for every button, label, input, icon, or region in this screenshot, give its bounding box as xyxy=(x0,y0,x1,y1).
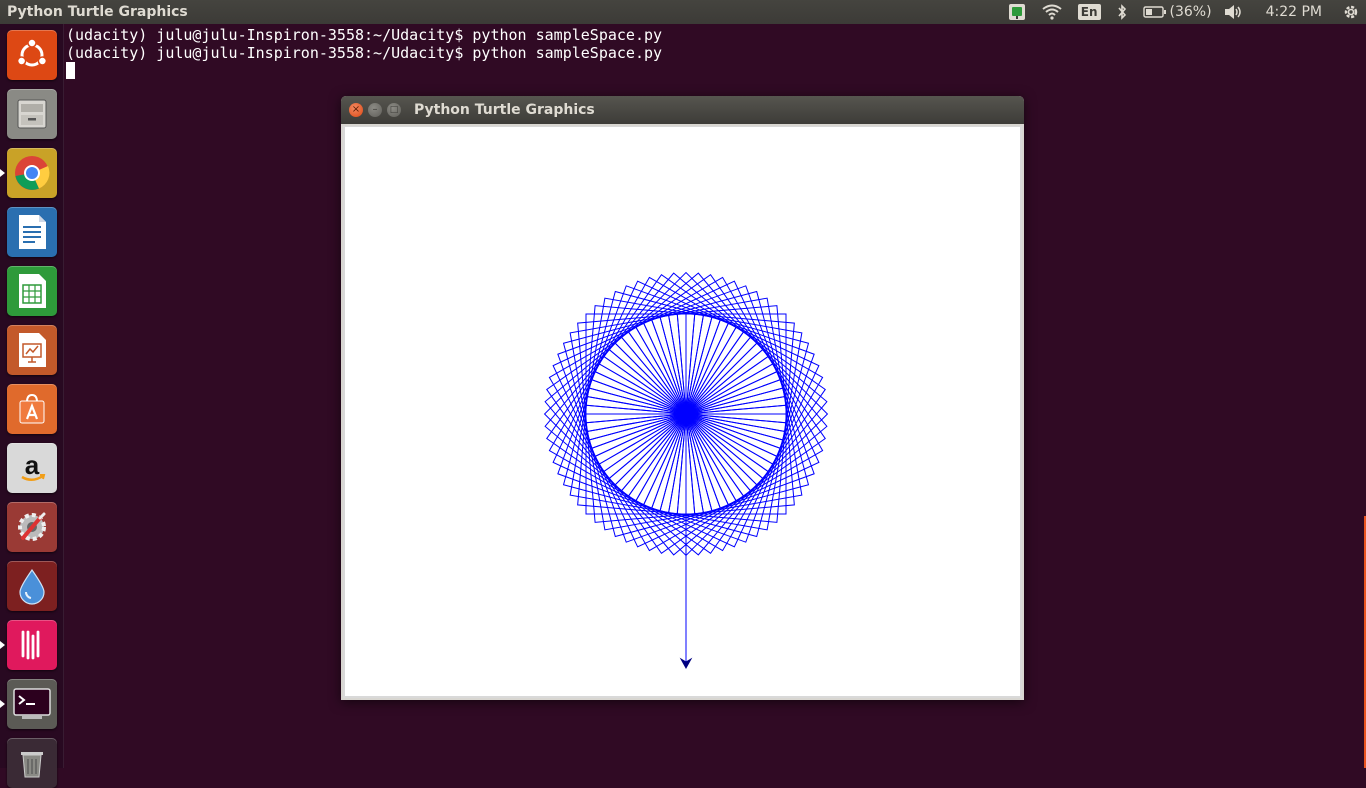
file-cabinet-icon xyxy=(14,96,50,132)
wifi-icon[interactable] xyxy=(1042,0,1062,24)
close-button[interactable]: × xyxy=(349,103,363,117)
launcher-item-impress[interactable] xyxy=(7,325,57,375)
minimize-button[interactable]: – xyxy=(368,103,382,117)
launcher-item-trash[interactable] xyxy=(7,738,57,788)
running-indicator xyxy=(0,641,5,649)
active-app-title: Python Turtle Graphics xyxy=(7,4,188,20)
svg-text:a: a xyxy=(25,450,40,480)
launcher-item-chrome[interactable] xyxy=(7,148,57,198)
running-indicator xyxy=(0,700,5,708)
terminal-output[interactable]: (udacity) julu@julu-Inspiron-3558:~/Udac… xyxy=(66,26,662,80)
chrome-icon xyxy=(13,154,51,192)
impress-presentation-icon xyxy=(15,331,49,369)
volume-icon[interactable] xyxy=(1224,0,1244,24)
maximize-icon: □ xyxy=(389,105,399,115)
clock[interactable]: 4:22 PM xyxy=(1266,0,1322,24)
keyboard-layout-label: En xyxy=(1077,4,1101,20)
terminal-cursor-line xyxy=(66,62,662,80)
top-panel: Python Turtle Graphics En (36%) 4:22 PM xyxy=(0,0,1366,24)
launcher-item-software-center[interactable] xyxy=(7,384,57,434)
launcher-item-files[interactable] xyxy=(7,89,57,139)
launcher-item-ubuntu-dash[interactable] xyxy=(7,30,57,80)
turtle-graphics-window[interactable]: × – □ Python Turtle Graphics xyxy=(341,96,1024,700)
battery-indicator[interactable]: (36%) xyxy=(1142,0,1212,24)
maximize-button[interactable]: □ xyxy=(387,103,401,117)
system-tray: En (36%) 4:22 PM xyxy=(1000,0,1366,24)
launcher-item-system-settings[interactable] xyxy=(7,502,57,552)
gitkraken-icon xyxy=(17,628,47,662)
canvas-frame xyxy=(343,126,1022,698)
close-icon: × xyxy=(351,104,361,115)
window-title: Python Turtle Graphics xyxy=(414,102,595,118)
terminal-icon xyxy=(12,687,52,721)
launcher-item-gitkraken[interactable] xyxy=(7,620,57,670)
launcher-item-writer[interactable] xyxy=(7,207,57,257)
terminal-cursor xyxy=(66,62,75,79)
minimize-icon: – xyxy=(372,104,378,115)
shopping-bag-icon xyxy=(14,391,50,427)
keyboard-icon[interactable]: En xyxy=(1077,0,1101,24)
battery-icon xyxy=(1142,6,1167,18)
bluetooth-icon[interactable] xyxy=(1117,0,1127,24)
amazon-icon: a xyxy=(14,450,50,486)
unity-launcher: a xyxy=(0,24,64,788)
trash-icon xyxy=(14,745,50,781)
terminal-line: (udacity) julu@julu-Inspiron-3558:~/Udac… xyxy=(66,26,663,44)
ubuntu-logo-icon xyxy=(15,38,49,72)
running-indicator xyxy=(0,169,5,177)
launcher-item-terminal[interactable] xyxy=(7,679,57,729)
terminal-line: (udacity) julu@julu-Inspiron-3558:~/Udac… xyxy=(66,44,663,62)
battery-percent: (36%) xyxy=(1169,4,1212,20)
settings-tools-icon xyxy=(13,508,51,546)
launcher-item-calc[interactable] xyxy=(7,266,57,316)
gear-icon[interactable] xyxy=(1342,0,1360,24)
turtle-canvas[interactable] xyxy=(345,127,1020,696)
calc-spreadsheet-icon xyxy=(15,272,49,310)
launcher-item-amazon[interactable]: a xyxy=(7,443,57,493)
window-titlebar[interactable]: × – □ Python Turtle Graphics xyxy=(341,96,1024,124)
indicator-app-icon[interactable] xyxy=(1008,0,1026,24)
launcher-item-drop-app[interactable] xyxy=(7,561,57,611)
writer-document-icon xyxy=(15,213,49,251)
water-drop-icon xyxy=(17,567,47,605)
